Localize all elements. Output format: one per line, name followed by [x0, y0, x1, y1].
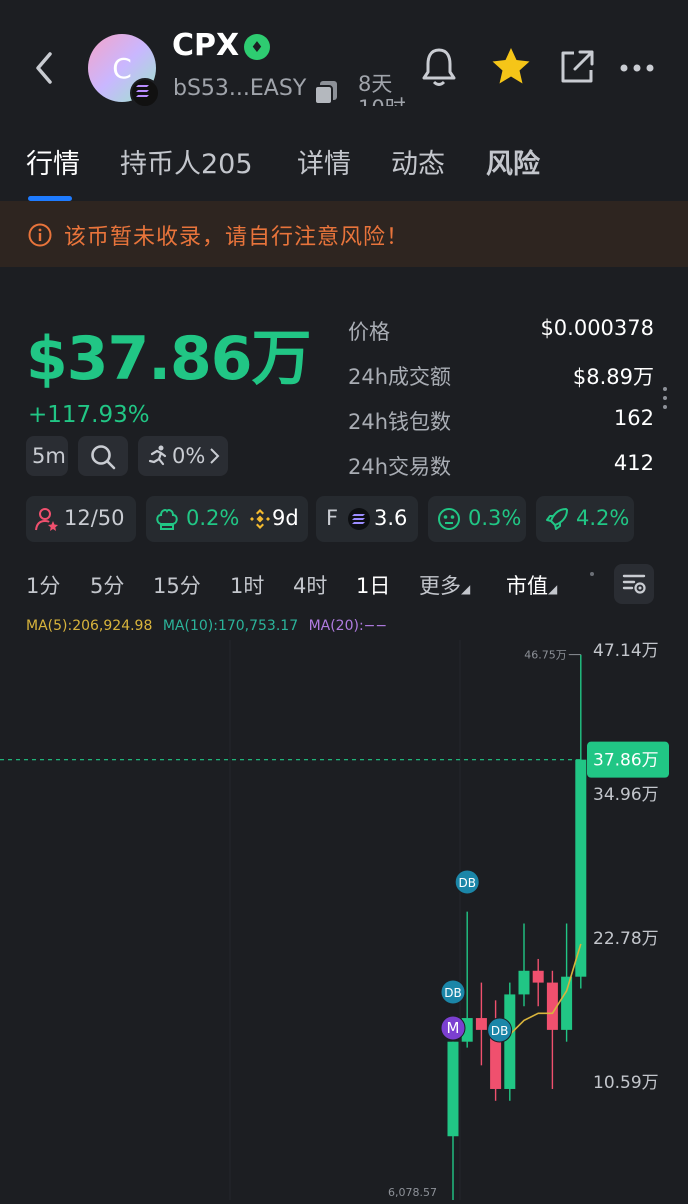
stat-value: $8.89万 [572, 365, 654, 389]
stat-label: 24h钱包数 [348, 410, 452, 434]
tab-holders[interactable]: 持币人205 [120, 142, 253, 181]
rocket-icon [544, 506, 570, 536]
ma-legend: MA(5):206,924.98 MA(10):170,753.17 MA(20… [26, 618, 387, 634]
token-age: 8天 10时 [358, 72, 406, 106]
warning-text: 该币暂未收录，请自行注意风险！ [64, 225, 410, 250]
f-label: F [326, 506, 339, 530]
ma5-label: MA(5):206,924.98 [26, 618, 153, 634]
y-axis-label: 22.78万 [593, 929, 659, 949]
token-address[interactable]: bS53...EASY [173, 76, 306, 101]
y-axis-label: 10.59万 [593, 1073, 659, 1093]
y-axis-label: 34.96万 [593, 785, 659, 805]
stat-value: 412 [613, 451, 654, 475]
runner-value: 0% [172, 444, 206, 468]
candle-body [532, 970, 544, 983]
high-label: 46.75万 [524, 649, 567, 662]
interval-5m[interactable]: 5分 [90, 570, 124, 600]
ma20-label: MA(20):−− [308, 618, 388, 634]
stat-label: 24h成交额 [348, 365, 452, 389]
back-icon[interactable] [26, 46, 66, 90]
info-icon [28, 223, 52, 247]
risk-warning-banner: 该币暂未收录，请自行注意风险！ [0, 201, 688, 267]
mcap-toggle-label: 市值 [506, 574, 548, 598]
market-cap: $37.86万 [26, 324, 312, 394]
runner-filter[interactable]: 0% [138, 436, 228, 476]
rocket-value: 4.2% [576, 506, 630, 530]
tab-market[interactable]: 行情 [26, 142, 80, 181]
ma10-label: MA(10):170,753.17 [162, 618, 299, 634]
mcap-toggle[interactable]: 市值◢ [506, 570, 557, 600]
bell-icon[interactable] [416, 44, 462, 90]
low-label: 6,078.57 [388, 1186, 437, 1199]
tab-activity[interactable]: 动态 [391, 142, 445, 181]
chart-settings-button[interactable] [614, 564, 654, 604]
separator-dot [590, 572, 594, 576]
marker-label: DB [458, 876, 475, 890]
copy-icon[interactable] [312, 78, 340, 106]
chef-badge[interactable]: 0.2% 9d [146, 496, 308, 542]
timeframe-label: 5m [32, 444, 66, 468]
chart-settings-icon [620, 570, 648, 602]
tab-bar: 行情 持币人205 详情 动态 风险 [0, 130, 688, 210]
holders-badge[interactable]: 12/50 [26, 496, 136, 542]
marker-label: DB [491, 1024, 508, 1038]
current-price-label: 37.86万 [593, 751, 659, 771]
solana-chain-icon [130, 78, 160, 108]
vertical-more-icon[interactable] [662, 384, 668, 414]
user-star-icon [34, 506, 60, 536]
timeframe-selector[interactable]: 5m [26, 436, 68, 476]
candle-body [475, 1018, 487, 1030]
age-hours: 10时 [358, 96, 406, 106]
interval-15m[interactable]: 15分 [153, 570, 201, 600]
stat-value: 162 [613, 406, 654, 430]
token-symbol: CPX [172, 28, 240, 63]
candle-body [561, 976, 573, 1030]
interval-4h[interactable]: 4时 [293, 570, 327, 600]
price-change: +117.93% [28, 402, 150, 428]
stat-label: 价格 [348, 320, 390, 344]
share-icon[interactable] [554, 44, 600, 90]
face-icon [436, 506, 462, 536]
star-icon[interactable] [488, 44, 534, 90]
y-axis-label: 47.14万 [593, 641, 659, 661]
pump-badge-icon: ♦ [244, 34, 270, 60]
rocket-badge[interactable]: 4.2% [536, 496, 634, 542]
dropdown-icon: ◢ [461, 582, 471, 596]
search-button[interactable] [78, 436, 128, 476]
holders-value: 12/50 [64, 506, 125, 530]
interval-more[interactable]: 更多◢ [419, 570, 470, 600]
search-icon [88, 442, 118, 476]
marker-label: M [447, 1019, 460, 1037]
tab-details[interactable]: 详情 [297, 142, 351, 181]
binance-icon [248, 507, 272, 535]
marker-label: DB [444, 986, 461, 1000]
chef-hat-icon [154, 506, 180, 536]
tab-risk[interactable]: 风险 [486, 142, 540, 181]
stat-label: 24h交易数 [348, 455, 452, 479]
interval-1d[interactable]: 1日 [356, 570, 390, 600]
solana-icon [348, 508, 370, 530]
runner-icon [146, 444, 170, 472]
interval-more-label: 更多 [419, 574, 461, 598]
binance-value: 9d [272, 506, 299, 530]
chef-value: 0.2% [186, 506, 240, 530]
candle-body [518, 970, 530, 995]
age-days: 8天 [358, 72, 393, 96]
interval-1h[interactable]: 1时 [230, 570, 264, 600]
more-icon[interactable] [614, 44, 660, 90]
interval-1m[interactable]: 1分 [26, 570, 60, 600]
avatar-letter: C [112, 51, 132, 85]
face-value: 0.3% [468, 506, 522, 530]
face-badge[interactable]: 0.3% [428, 496, 526, 542]
header: C CPX ♦ bS53...EASY 8天 10时 [0, 0, 688, 120]
f-value: 3.6 [374, 506, 408, 530]
f-score-badge[interactable]: F 3.6 [316, 496, 418, 542]
candle-body [447, 1041, 459, 1137]
chevron-right-icon [208, 447, 220, 469]
candlestick-chart[interactable]: 47.14万 34.96万 22.78万 10.59万 37.86万 46.75万 6,07… [0, 640, 688, 1200]
dropdown-icon: ◢ [548, 582, 558, 596]
candle-body [504, 994, 516, 1089]
stat-value: $0.000378 [540, 316, 654, 340]
